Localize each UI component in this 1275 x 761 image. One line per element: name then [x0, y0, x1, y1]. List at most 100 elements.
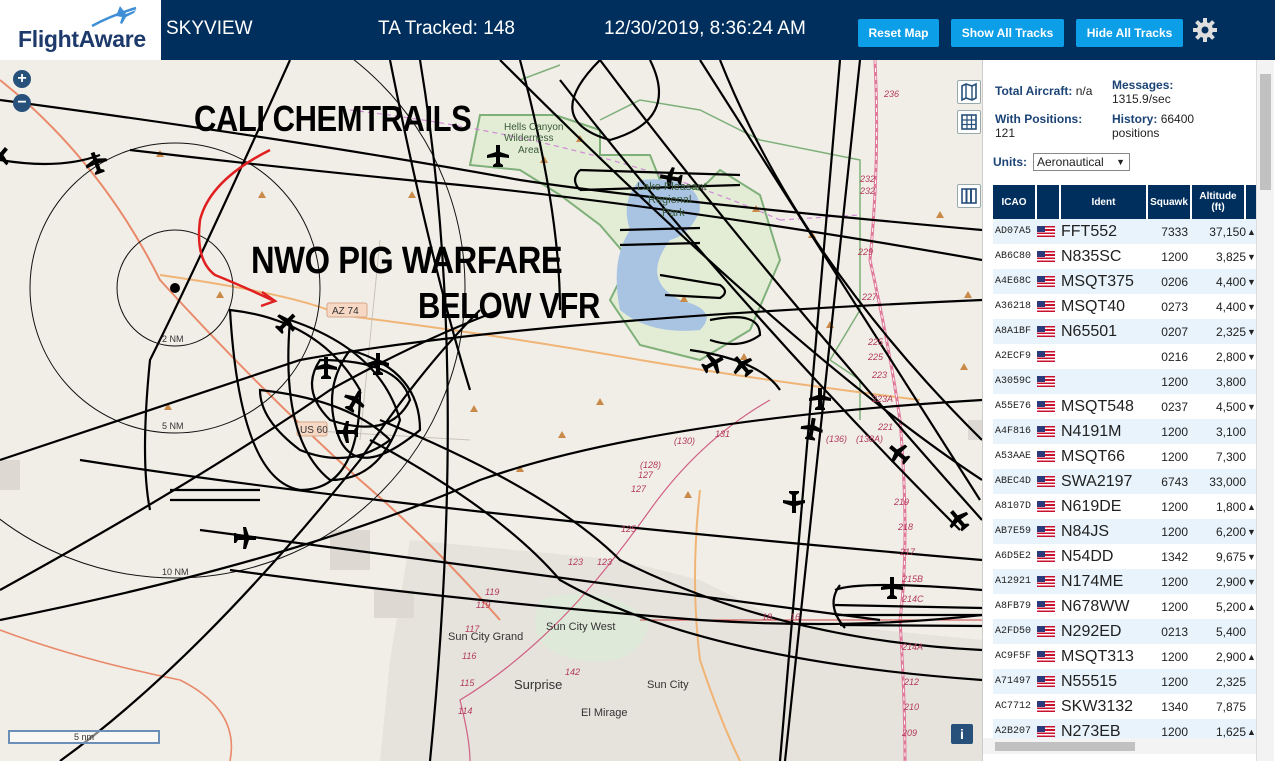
map-canvas[interactable]: Hells Canyon Wilderness Area Lake Pleasa…: [0, 60, 982, 761]
route-marker: 115: [460, 678, 475, 688]
scroll-thumb[interactable]: [1260, 74, 1271, 190]
table-row[interactable]: A8FB79 N678WW 1200 5,200 ▲: [993, 594, 1257, 619]
table-row[interactable]: A53AAE MSQT66 1200 7,300: [993, 444, 1257, 469]
columns-toggle-button[interactable]: [957, 184, 981, 208]
flag-cell: [1037, 251, 1061, 262]
gear-icon[interactable]: [1192, 17, 1218, 43]
flightaware-logo[interactable]: FlightAware: [0, 0, 161, 60]
ident-cell: SKW3132: [1061, 697, 1134, 715]
table-row[interactable]: A71497 N55515 1200 2,325: [993, 669, 1257, 694]
info-button[interactable]: i: [951, 724, 973, 744]
table-row[interactable]: AC7712 SKW3132 1340 7,875: [993, 694, 1257, 719]
ident-cell: MSQT313: [1061, 647, 1134, 665]
zoom-out-button[interactable]: −: [13, 94, 31, 112]
altitude-cell: 2,325: [1215, 674, 1246, 689]
messages-value: 1315.9/sec: [1112, 92, 1171, 106]
route-marker: 236: [883, 89, 899, 99]
top-bar: FlightAware SKYVIEW TA Tracked: 148 12/3…: [0, 0, 1275, 60]
map-icon: [961, 82, 977, 102]
ident-cell: N4191M: [1061, 422, 1122, 440]
table-row[interactable]: A36218 MSQT40 0273 4,400 ▼: [993, 294, 1257, 319]
squawk-cell: 6743: [1161, 474, 1188, 489]
table-row[interactable]: AB7E59 N84JS 1200 6,200 ▼: [993, 519, 1257, 544]
squawk-cell: 0207: [1161, 324, 1188, 339]
ident-cell: N174ME: [1061, 572, 1124, 590]
route-marker: 116: [462, 651, 476, 661]
vertical-scrollbar[interactable]: [1256, 60, 1274, 761]
route-marker: 212: [903, 677, 919, 687]
icao-cell: A36218: [995, 301, 1032, 312]
us-flag-icon: [1037, 576, 1055, 587]
altitude-cell: 1,625: [1215, 724, 1246, 739]
squawk-cell: 1200: [1161, 649, 1188, 664]
map-layer-button[interactable]: [957, 80, 981, 104]
squawk-cell: 0273: [1161, 299, 1188, 314]
icao-cell: AC9F5F: [995, 651, 1032, 662]
lake-label: Lake Pleasant: [637, 181, 707, 193]
col-flag[interactable]: [1037, 185, 1061, 219]
hide-all-tracks-button[interactable]: Hide All Tracks: [1076, 19, 1183, 47]
table-row[interactable]: AC9F5F MSQT313 1200 2,900 ▲: [993, 644, 1257, 669]
total-aircraft-stat: Total Aircraft: n/a: [995, 84, 1092, 98]
icao-cell: A8FB79: [995, 601, 1032, 612]
history-label: History:: [1112, 112, 1158, 126]
squawk-cell: 1342: [1161, 549, 1188, 564]
col-ident[interactable]: Ident: [1061, 185, 1148, 219]
flag-cell: [1037, 351, 1061, 362]
table-row[interactable]: A3059C 1200 3,800: [993, 369, 1257, 394]
route-marker: 123: [597, 557, 612, 567]
tracked-count: TA Tracked: 148: [378, 18, 515, 39]
reset-map-button[interactable]: Reset Map: [858, 19, 939, 47]
table-row[interactable]: AD07A5 FFT552 7333 37,150 ▲: [993, 219, 1257, 244]
col-icao[interactable]: ICAO: [993, 185, 1037, 219]
table-row[interactable]: A8A1BF N65501 0207 2,325 ▼: [993, 319, 1257, 344]
col-altitude[interactable]: Altitude (ft): [1192, 185, 1246, 219]
total-aircraft-value: n/a: [1075, 84, 1093, 98]
table-row[interactable]: A55E76 MSQT548 0237 4,500 ▼: [993, 394, 1257, 419]
table-row[interactable]: AB6C80 N835SC 1200 3,825 ▼: [993, 244, 1257, 269]
route-marker: 210: [903, 702, 919, 712]
altitude-cell: 6,200: [1215, 524, 1246, 539]
col-squawk[interactable]: Squawk: [1148, 185, 1192, 219]
icao-cell: ABEC4D: [995, 476, 1032, 487]
units-select[interactable]: Aeronautical ▼: [1033, 153, 1130, 171]
vfr-annotation: BELOW VFR: [418, 285, 600, 326]
route-marker: 119: [476, 600, 490, 610]
scroll-thumb[interactable]: [995, 742, 1135, 751]
squawk-cell: 0237: [1161, 399, 1188, 414]
show-all-tracks-button[interactable]: Show All Tracks: [951, 19, 1064, 47]
route-marker: 114: [458, 706, 472, 716]
table-row[interactable]: A6D5E2 N54DD 1342 9,675 ▼: [993, 544, 1257, 569]
grid-overlay-button[interactable]: [957, 110, 981, 134]
table-row[interactable]: A4F816 N4191M 1200 3,100: [993, 419, 1257, 444]
table-row[interactable]: A2FD50 N292ED 0213 5,400: [993, 619, 1257, 644]
zoom-in-button[interactable]: +: [13, 70, 31, 88]
altitude-cell: 3,800: [1215, 374, 1246, 389]
route-marker: 223: [871, 370, 887, 380]
us-flag-icon: [1037, 526, 1055, 537]
table-row[interactable]: A4E68C MSQT375 0206 4,400 ▼: [993, 269, 1257, 294]
table-row[interactable]: A2ECF9 0216 2,800 ▼: [993, 344, 1257, 369]
route-marker: 117: [465, 624, 480, 634]
route-marker: 227: [861, 292, 878, 302]
ident-cell: N292ED: [1061, 622, 1122, 640]
ident-cell: MSQT548: [1061, 397, 1134, 415]
table-row[interactable]: A8107D N619DE 1200 1,800 ▲: [993, 494, 1257, 519]
flag-cell: [1037, 551, 1061, 562]
sun-city-grand-label: Sun City Grand: [448, 631, 523, 643]
table-row[interactable]: A12921 N174ME 1200 2,900 ▼: [993, 569, 1257, 594]
flag-cell: [1037, 676, 1061, 687]
icao-cell: A12921: [995, 576, 1032, 587]
icao-cell: AD07A5: [995, 226, 1032, 237]
map-view[interactable]: Hells Canyon Wilderness Area Lake Pleasa…: [0, 60, 982, 761]
horizontal-scrollbar[interactable]: [983, 738, 1256, 754]
us-flag-icon: [1037, 301, 1055, 312]
scale-bar: 5 nm: [8, 730, 160, 744]
us-flag-icon: [1037, 251, 1055, 262]
ident-cell: N84JS: [1061, 522, 1110, 540]
table-row[interactable]: ABEC4D SWA2197 6743 33,000: [993, 469, 1257, 494]
squawk-cell: 1340: [1161, 699, 1188, 714]
units-label: Units:: [993, 155, 1027, 169]
altitude-cell: 4,400: [1215, 299, 1246, 314]
route-marker: 127: [631, 484, 647, 494]
